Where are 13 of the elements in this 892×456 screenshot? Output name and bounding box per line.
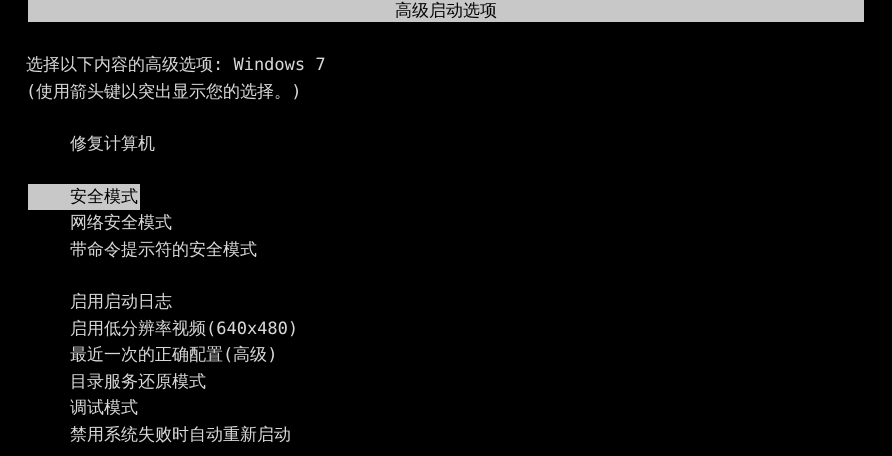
boot-option[interactable]: 目录服务还原模式 <box>28 368 208 395</box>
boot-option[interactable]: 带命令提示符的安全模式 <box>28 236 259 263</box>
boot-option[interactable]: 禁用系统失败时自动重新启动 <box>28 422 293 448</box>
boot-option[interactable]: 修复计算机 <box>28 131 157 158</box>
boot-option[interactable]: 启用启动日志 <box>28 289 174 316</box>
boot-option[interactable]: 启用低分辨率视频(640x480) <box>28 316 300 342</box>
boot-option[interactable]: 调试模式 <box>28 395 140 422</box>
boot-option[interactable]: 网络安全模式 <box>28 210 174 236</box>
screen-title: 高级启动选项 <box>395 0 497 22</box>
instruction-text: (使用箭头键以突出显示您的选择。) <box>26 80 302 104</box>
boot-option[interactable]: 最近一次的正确配置(高级) <box>28 342 280 368</box>
boot-option[interactable]: 安全模式 <box>28 184 140 210</box>
instruction-text: 选择以下内容的高级选项: Windows 7 <box>26 54 326 77</box>
